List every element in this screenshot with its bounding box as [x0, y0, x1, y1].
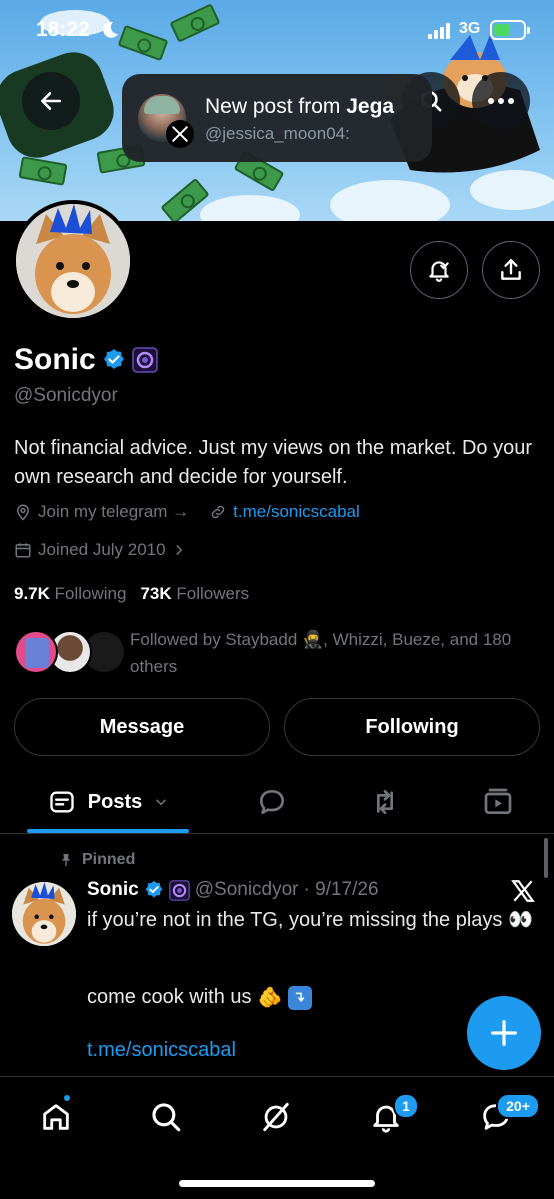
tab-replies[interactable] — [242, 772, 302, 832]
tab-posts-label: Posts — [87, 790, 143, 813]
nav-grok[interactable] — [256, 1097, 296, 1137]
chevron-down-icon — [156, 799, 167, 806]
post-date[interactable]: · 9/17/26 — [304, 879, 379, 901]
repost-icon — [377, 790, 393, 814]
post-header: Sonic @Sonicdyor · 9/17/26 — [87, 879, 379, 901]
do-not-disturb-moon-icon — [103, 21, 118, 38]
calendar-icon — [15, 543, 31, 558]
shiba-avatar-image — [12, 882, 76, 946]
message-button[interactable]: Message — [14, 698, 270, 756]
more-options-button[interactable] — [472, 72, 530, 130]
messages-badge: 20+ — [496, 1093, 540, 1119]
home-indicator[interactable] — [179, 1180, 375, 1187]
home-icon — [43, 1104, 69, 1130]
verified-badge-icon[interactable] — [102, 348, 126, 372]
home-unread-dot — [62, 1093, 72, 1103]
posts-tab-icon — [50, 791, 74, 813]
followed-by-text[interactable]: Followed by Staybadd 🥷, Whizzi, Bueze, a… — [130, 626, 540, 680]
profile-bio: Not financial advice. Just my views on t… — [14, 437, 532, 488]
x-logo-icon — [510, 878, 536, 909]
cellular-signal-icon — [428, 23, 450, 39]
search-icon — [152, 1103, 181, 1132]
reply-bubble-icon — [260, 790, 284, 814]
followers-count-link[interactable]: 73K Followers — [140, 584, 249, 604]
post-author-name[interactable]: Sonic — [87, 879, 139, 901]
notifications-subscribe-button[interactable] — [410, 241, 468, 299]
post-text-line2: come cook with us 🫵 — [87, 985, 313, 1010]
scrollbar[interactable] — [544, 838, 548, 878]
follow-counts: 9.7K Following 73K Followers — [14, 584, 249, 604]
profile-name: Sonic — [14, 343, 158, 377]
pinned-indicator: Pinned — [58, 851, 135, 869]
nav-home[interactable] — [36, 1097, 76, 1137]
nav-search[interactable] — [146, 1097, 186, 1137]
active-tab-indicator — [27, 829, 189, 833]
follower-avatar — [14, 630, 58, 674]
display-name: Sonic — [14, 343, 96, 376]
back-button[interactable] — [22, 72, 80, 130]
down-arrow-emoji-icon — [288, 985, 313, 1010]
share-upload-icon — [501, 259, 521, 280]
tab-media[interactable] — [468, 772, 528, 832]
verified-badge-icon — [145, 880, 163, 898]
pin-icon — [62, 854, 70, 866]
profile-handle: @Sonicdyor — [14, 385, 118, 406]
notifications-badge: 1 — [393, 1093, 419, 1119]
post-text-line1: if you’re not in the TG, you’re missing … — [87, 909, 533, 931]
post-author-handle: @Sonicdyor — [194, 879, 299, 900]
shiba-avatar-image — [16, 204, 130, 318]
arrow-left-icon — [41, 92, 61, 110]
pinned-label: Pinned — [82, 851, 136, 868]
profile-meta-row: Join my telegram → t.me/sonicscabal — [14, 502, 360, 522]
status-bar: 18:22 3G — [0, 0, 554, 60]
link-icon — [211, 505, 225, 519]
profile-joined-row[interactable]: Joined July 2010 — [14, 540, 186, 560]
affiliate-badge-icon[interactable] — [131, 347, 158, 373]
compose-post-button[interactable] — [467, 996, 541, 1070]
media-play-icon — [484, 788, 512, 814]
tab-posts[interactable]: Posts — [27, 772, 189, 832]
battery-icon — [490, 20, 530, 40]
plus-icon — [491, 1020, 517, 1046]
post-text-line2-label: come cook with us — [87, 986, 252, 1008]
share-profile-button[interactable] — [482, 241, 540, 299]
grok-slash-icon — [263, 1102, 289, 1132]
profile-location: Join my telegram → — [38, 502, 190, 521]
network-type: 3G — [459, 20, 481, 37]
profile-website-link[interactable]: t.me/sonicscabal — [233, 502, 360, 522]
toast-title: New post from Jega — [205, 95, 395, 118]
profile-tabs: Posts — [0, 772, 554, 834]
new-post-notification-toast[interactable]: New post from Jega @jessica_moon04: — [122, 74, 432, 162]
post-author-avatar[interactable] — [12, 882, 76, 946]
affiliate-badge-icon — [168, 879, 190, 901]
profile-joined: Joined July 2010 — [38, 540, 166, 559]
tab-reposts[interactable] — [355, 772, 415, 832]
x-logo-icon — [166, 120, 194, 148]
following-count-link[interactable]: 9.7K Following — [14, 584, 126, 604]
location-pin-icon — [16, 504, 30, 521]
post-link[interactable]: t.me/sonicscabal — [87, 1039, 236, 1062]
pointing-hand-emoji-icon: 🫵 — [257, 987, 283, 1009]
toast-subtitle: @jessica_moon04: — [205, 124, 350, 143]
followed-by-avatars[interactable] — [14, 630, 126, 676]
more-dots-icon — [488, 98, 514, 104]
bell-check-icon — [429, 261, 449, 282]
chevron-right-icon — [176, 545, 182, 555]
following-button[interactable]: Following — [284, 698, 540, 756]
profile-avatar[interactable] — [12, 200, 134, 322]
status-time: 18:22 — [36, 18, 90, 41]
